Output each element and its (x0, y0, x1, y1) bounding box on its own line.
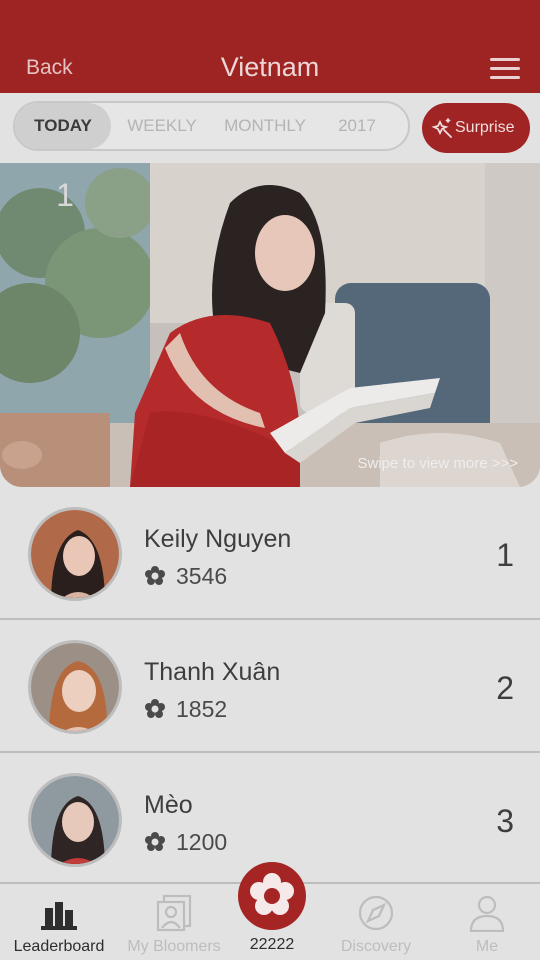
surprise-label: Surprise (455, 119, 515, 136)
avatar (28, 773, 122, 867)
surprise-button[interactable]: Surprise (422, 103, 530, 153)
rank-number: 2 (496, 670, 514, 706)
center-bloom-label: 22222 (249, 936, 295, 953)
tab-today[interactable]: TODAY (15, 103, 111, 149)
bloomer-name: Keily Nguyen (144, 525, 292, 553)
avatar (28, 640, 122, 734)
tab-leaderboard[interactable]: Leaderboard (1, 884, 117, 960)
score-value: 1852 (176, 696, 228, 722)
person-icon (469, 895, 505, 932)
leaderboard-list: Keily Nguyen 3546 1 Thanh Xuân 1852 2 Mè… (0, 487, 540, 886)
hamburger-icon (490, 76, 520, 79)
score-value: 3546 (176, 563, 228, 589)
featured-rank-number: 1 (56, 177, 74, 213)
tab-label: Me (475, 938, 499, 955)
featured-photo-card[interactable]: 1 Swipe to view more >>> (0, 163, 540, 487)
bloomer-name: Thanh Xuân (144, 658, 281, 686)
hamburger-icon (490, 67, 520, 70)
hamburger-icon (490, 58, 520, 61)
menu-button[interactable] (490, 58, 520, 80)
bloomers-icon (156, 894, 192, 932)
compass-icon (358, 895, 394, 931)
period-filter-row: TODAY WEEKLY MONTHLY 2017 Surprise (0, 93, 540, 163)
avatar (28, 507, 122, 601)
sparkle-icon (431, 117, 453, 144)
top-nav-bar: Back Vietnam (0, 0, 540, 93)
tab-label: Discovery (340, 938, 412, 955)
flower-logo-icon (250, 873, 294, 915)
flower-score-icon (145, 699, 165, 718)
flower-score-icon (145, 566, 165, 585)
rank-number: 1 (496, 537, 514, 573)
tab-discovery[interactable]: Discovery (318, 884, 434, 960)
tab-weekly[interactable]: WEEKLY (117, 103, 207, 149)
center-bloom-button[interactable] (238, 862, 306, 930)
tab-me[interactable]: Me (429, 884, 540, 960)
tab-2017[interactable]: 2017 (325, 103, 389, 149)
page-title: Vietnam (220, 52, 320, 82)
bloomer-name: Mèo (144, 791, 193, 819)
bloom-score: 1200 (144, 829, 227, 856)
list-item[interactable]: Thanh Xuân 1852 2 (0, 620, 540, 753)
bloom-score: 3546 (144, 563, 227, 590)
leaderboard-icon (41, 902, 77, 930)
tab-monthly[interactable]: MONTHLY (213, 103, 317, 149)
flower-score-icon (145, 832, 165, 851)
bloom-score: 1852 (144, 696, 227, 723)
tab-label: Leaderboard (13, 938, 105, 955)
score-value: 1200 (176, 829, 228, 855)
list-item[interactable]: Keily Nguyen 3546 1 (0, 487, 540, 620)
rank-number: 3 (496, 803, 514, 839)
period-segmented-control: TODAY WEEKLY MONTHLY 2017 (13, 101, 410, 151)
leaderboard-screen: Back Vietnam TODAY WEEKLY MONTHLY 2017 S… (0, 0, 540, 960)
swipe-hint: Swipe to view more >>> (357, 455, 519, 472)
